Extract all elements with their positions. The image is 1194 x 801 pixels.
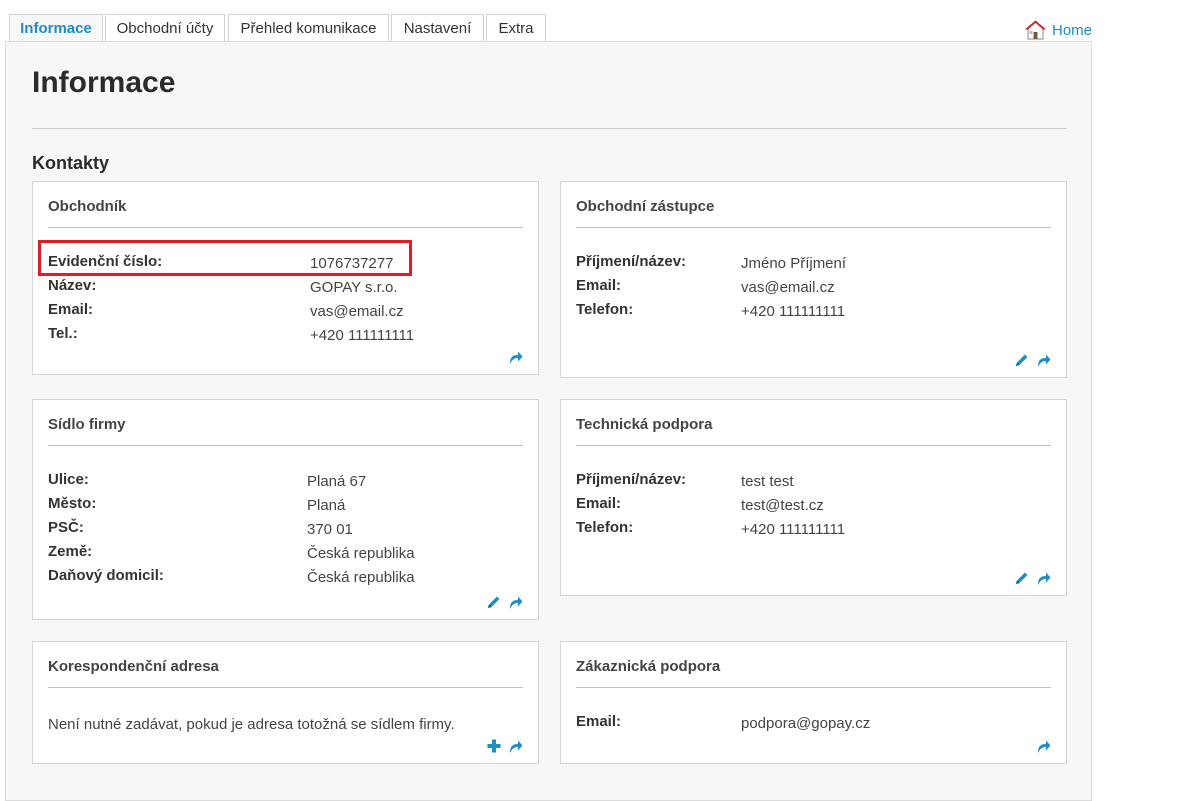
plus-icon[interactable] [486, 738, 502, 754]
info-row-email: Email: podpora@gopay.cz [576, 713, 1051, 737]
card-actions [486, 738, 523, 754]
card-technicka-podpora: Technická podpora Příjmení/název: test t… [560, 399, 1067, 596]
card-title: Obchodní zástupce [576, 198, 715, 215]
row-value: +420 111111111 [741, 303, 846, 320]
card-divider [48, 687, 523, 688]
info-row-email: Email: vas@email.cz [576, 277, 1051, 301]
row-value: test test [741, 473, 794, 490]
card-actions [1014, 352, 1051, 368]
home-icon [1025, 20, 1046, 40]
card-title: Technická podpora [576, 416, 713, 433]
redirect-arrow-icon[interactable] [507, 349, 523, 365]
info-row-email: Email: test@test.cz [576, 495, 1051, 519]
tab-prehled-komunikace[interactable]: Přehled komunikace [228, 14, 389, 41]
row-value: 370 01 [307, 521, 353, 538]
tab-informace[interactable]: Informace [9, 14, 103, 43]
redirect-arrow-icon[interactable] [507, 738, 523, 754]
info-row-email: Email: vas@email.cz [48, 301, 523, 325]
row-label: Telefon: [576, 519, 634, 536]
row-value: Česká republika [307, 545, 415, 562]
row-label: Evidenční číslo: [48, 253, 163, 270]
row-value: Planá 67 [307, 473, 367, 490]
row-value: Jméno Příjmení [741, 255, 847, 272]
pencil-icon[interactable] [1014, 570, 1030, 586]
page-title: Informace [32, 66, 176, 99]
row-label: Země: [48, 543, 93, 560]
info-row-prijmeni: Příjmení/název: Jméno Příjmení [576, 253, 1051, 277]
card-actions [507, 349, 523, 365]
card-divider [48, 445, 523, 446]
card-obchodnik: Obchodník Evidenční číslo: 1076737277 Ná… [32, 181, 539, 375]
card-divider [576, 687, 1051, 688]
title-divider [32, 128, 1067, 129]
row-label: Daňový domicil: [48, 567, 164, 584]
row-value: GOPAY s.r.o. [310, 279, 398, 296]
info-row-mesto: Město: Planá [48, 495, 523, 519]
content-panel: Informace Kontakty Obchodník Evidenční č… [5, 41, 1092, 801]
card-korespondencni-adresa: Korespondenční adresa Není nutné zadávat… [32, 641, 539, 764]
info-row-telefon: Telefon: +420 111111111 [576, 519, 1051, 543]
redirect-arrow-icon[interactable] [1035, 738, 1051, 754]
row-label: Email: [576, 495, 622, 512]
card-divider [576, 227, 1051, 228]
row-label: Město: [48, 495, 97, 512]
card-actions [1014, 570, 1051, 586]
redirect-arrow-icon[interactable] [1035, 570, 1051, 586]
row-value: Česká republika [307, 569, 415, 586]
redirect-arrow-icon[interactable] [507, 594, 523, 610]
row-label: Email: [576, 713, 622, 730]
row-value: +420 111111111 [310, 327, 415, 344]
row-label: Ulice: [48, 471, 89, 488]
card-divider [576, 445, 1051, 446]
info-row-tel: Tel.: +420 111111111 [48, 325, 523, 349]
row-label: Příjmení/název: [576, 471, 687, 488]
row-value: test@test.cz [741, 497, 824, 514]
pencil-icon[interactable] [486, 594, 502, 610]
info-row-evidencni-cislo: Evidenční číslo: 1076737277 [48, 253, 523, 277]
row-label: PSČ: [48, 519, 84, 536]
row-value: 1076737277 [310, 255, 394, 272]
card-actions [486, 594, 523, 610]
home-label: Home [1052, 22, 1093, 39]
row-label: Email: [576, 277, 622, 294]
row-label: Tel.: [48, 325, 78, 342]
card-title: Obchodník [48, 198, 127, 215]
row-value: +420 111111111 [741, 521, 846, 538]
card-title: Sídlo firmy [48, 416, 126, 433]
tab-obchodni-ucty[interactable]: Obchodní účty [105, 14, 225, 41]
card-title: Korespondenční adresa [48, 658, 219, 675]
card-zakaznicka-podpora: Zákaznická podpora Email: podpora@gopay.… [560, 641, 1067, 764]
card-sidlo-firmy: Sídlo firmy Ulice: Planá 67 Město: Planá… [32, 399, 539, 620]
row-label: Název: [48, 277, 97, 294]
tab-nastaveni[interactable]: Nastavení [391, 14, 484, 41]
info-row-ulice: Ulice: Planá 67 [48, 471, 523, 495]
card-obchodni-zastupce: Obchodní zástupce Příjmení/název: Jméno … [560, 181, 1067, 378]
home-link[interactable]: Home [1025, 14, 1092, 40]
tab-extra[interactable]: Extra [486, 14, 546, 41]
info-row-telefon: Telefon: +420 111111111 [576, 301, 1051, 325]
row-value: vas@email.cz [741, 279, 835, 296]
card-divider [48, 227, 523, 228]
info-row-psc: PSČ: 370 01 [48, 519, 523, 543]
row-value: podpora@gopay.cz [741, 715, 871, 732]
info-row-nazev: Název: GOPAY s.r.o. [48, 277, 523, 301]
row-label: Příjmení/název: [576, 253, 687, 270]
card-note: Není nutné zadávat, pokud je adresa toto… [48, 716, 455, 733]
card-title: Zákaznická podpora [576, 658, 721, 675]
row-label: Email: [48, 301, 94, 318]
card-actions [1035, 738, 1051, 754]
row-value: Planá [307, 497, 346, 514]
row-label: Telefon: [576, 301, 634, 318]
info-row-zeme: Země: Česká republika [48, 543, 523, 567]
row-value: vas@email.cz [310, 303, 404, 320]
redirect-arrow-icon[interactable] [1035, 352, 1051, 368]
pencil-icon[interactable] [1014, 352, 1030, 368]
info-row-danovy-domicil: Daňový domicil: Česká republika [48, 567, 523, 591]
section-title-kontakty: Kontakty [32, 153, 110, 173]
info-row-prijmeni: Příjmení/název: test test [576, 471, 1051, 495]
